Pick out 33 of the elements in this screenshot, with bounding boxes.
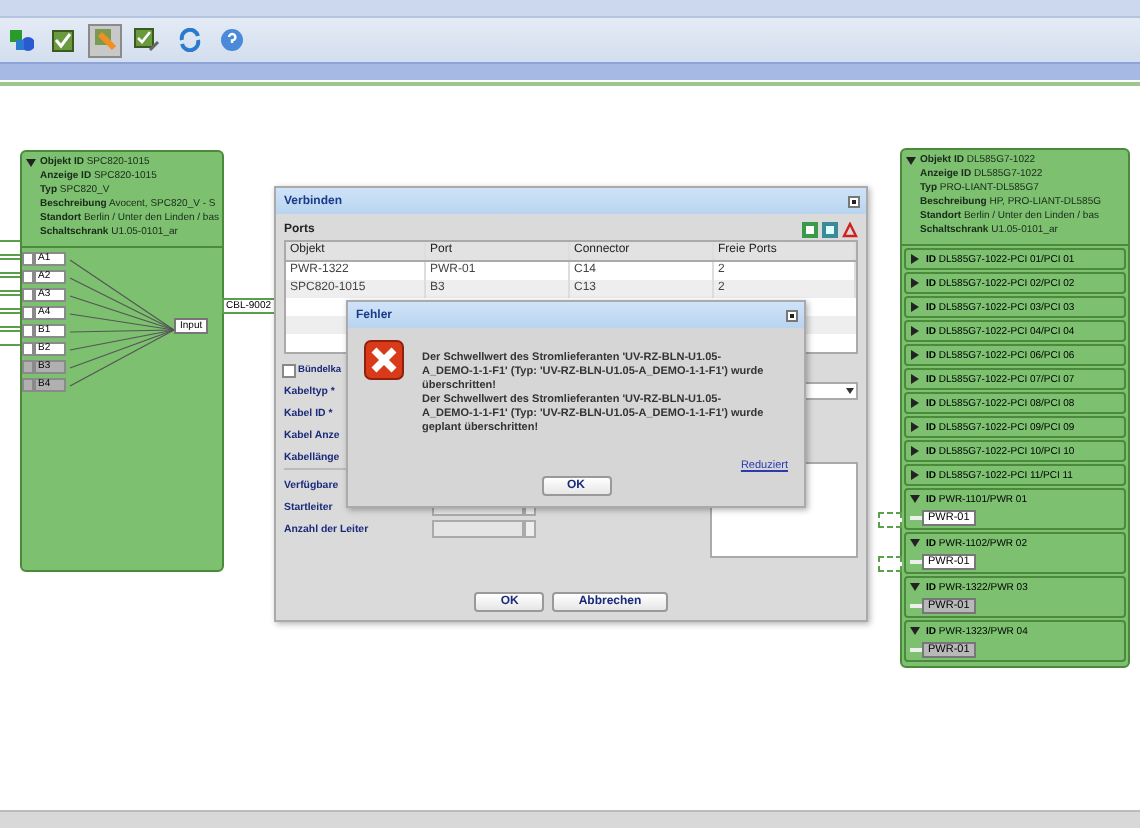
collapse-icon[interactable] (910, 582, 920, 592)
pdf-icon[interactable] (842, 221, 858, 237)
checkbox[interactable] (282, 363, 296, 377)
collapse-icon[interactable] (26, 158, 36, 168)
toolbar-button[interactable] (130, 23, 164, 57)
expand-icon[interactable] (910, 350, 920, 360)
collapse-icon[interactable] (910, 626, 920, 636)
close-button[interactable] (848, 195, 860, 207)
help-icon (219, 28, 243, 52)
connector-stub (878, 512, 902, 528)
close-button[interactable] (786, 309, 798, 321)
caret-icon (846, 388, 854, 394)
expand-icon[interactable] (910, 422, 920, 432)
expand-icon[interactable] (910, 254, 920, 264)
spreadsheet-icon[interactable] (802, 221, 818, 237)
expand-icon[interactable] (910, 470, 920, 480)
check-pencil-icon (134, 28, 160, 52)
collapse-icon[interactable] (910, 494, 920, 504)
connect-icon (93, 28, 117, 52)
expand-icon[interactable] (910, 446, 920, 456)
network-icon (8, 28, 34, 52)
expand-icon[interactable] (910, 326, 920, 336)
expand-icon[interactable] (910, 302, 920, 312)
connector-stub (878, 556, 902, 572)
expand-icon[interactable] (910, 278, 920, 288)
collapse-icon[interactable] (910, 538, 920, 548)
collapse-icon[interactable] (906, 156, 916, 166)
check-icon (52, 29, 74, 51)
expand-icon[interactable] (910, 374, 920, 384)
table-icon[interactable] (822, 221, 838, 237)
expand-icon[interactable] (910, 398, 920, 408)
error-icon (364, 340, 404, 380)
refresh-icon (177, 28, 201, 52)
